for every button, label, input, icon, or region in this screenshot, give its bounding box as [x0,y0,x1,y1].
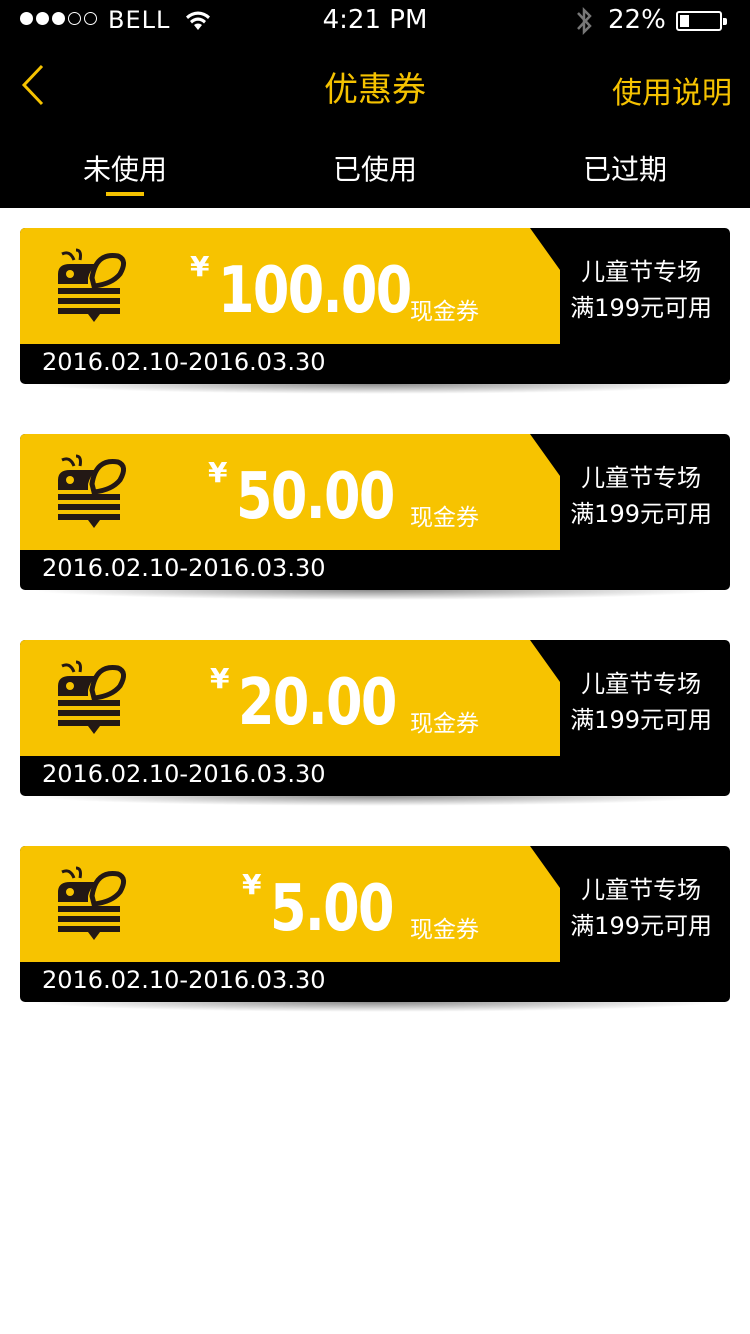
coupon-amount: 20.00 [238,666,397,740]
tab-used[interactable]: 已使用 [250,148,500,196]
coupon-threshold: 满199元可用 [570,706,712,734]
battery-icon [676,11,727,31]
bluetooth-icon [577,6,592,36]
bee-logo-icon [58,248,126,322]
tab-unused[interactable]: 未使用 [0,148,250,196]
coupon-card[interactable]: ¥ 100.00 现金券 2016.02.10-2016.03.30 儿童节专场… [20,228,730,394]
coupon-event: 儿童节专场 [581,258,702,286]
battery-percent: 22% [608,5,666,35]
coupon-amount: 50.00 [236,460,395,534]
tab-expired[interactable]: 已过期 [500,148,750,196]
coupon-type: 现金券 [410,299,479,325]
coupon-validity: 2016.02.10-2016.03.30 [42,760,326,788]
tab-label: 已过期 [582,153,667,186]
coupon-type: 现金券 [410,711,479,737]
coupon-validity: 2016.02.10-2016.03.30 [42,554,326,582]
coupon-card[interactable]: ¥ 5.00 现金券 2016.02.10-2016.03.30 儿童节专场 满… [20,846,730,1012]
active-tab-indicator [106,192,144,196]
coupon-amount: 5.00 [270,872,395,946]
tab-label: 未使用 [82,153,167,186]
coupon-event: 儿童节专场 [581,464,702,492]
currency-symbol: ¥ [208,456,228,489]
coupon-amount: 100.00 [218,254,412,328]
tab-label: 已使用 [332,153,417,186]
coupon-condition: 儿童节专场 满199元可用 [570,254,712,326]
coupon-condition: 儿童节专场 满199元可用 [570,460,712,532]
tab-bar: 未使用 已使用 已过期 [0,148,750,196]
coupon-card[interactable]: ¥ 20.00 现金券 2016.02.10-2016.03.30 儿童节专场 … [20,640,730,806]
coupon-threshold: 满199元可用 [570,912,712,940]
status-bar: BELL 4:21 PM 22% [0,0,750,40]
coupon-threshold: 满199元可用 [570,500,712,528]
currency-symbol: ¥ [190,250,210,283]
bee-logo-icon [58,660,126,734]
coupon-condition: 儿童节专场 满199元可用 [570,872,712,944]
usage-instructions-link[interactable]: 使用说明 [612,68,732,112]
bee-logo-icon [58,454,126,528]
bee-logo-icon [58,866,126,940]
coupon-validity: 2016.02.10-2016.03.30 [42,966,326,994]
header: BELL 4:21 PM 22% 优惠券 使用说明 未使用 已使用 已过期 [0,0,750,208]
coupon-event: 儿童节专场 [581,876,702,904]
coupon-threshold: 满199元可用 [570,294,712,322]
coupon-type: 现金券 [410,917,479,943]
currency-symbol: ¥ [242,868,262,901]
currency-symbol: ¥ [210,662,230,695]
coupon-event: 儿童节专场 [581,670,702,698]
coupon-condition: 儿童节专场 满199元可用 [570,666,712,738]
coupon-type: 现金券 [410,505,479,531]
coupon-validity: 2016.02.10-2016.03.30 [42,348,326,376]
coupon-card[interactable]: ¥ 50.00 现金券 2016.02.10-2016.03.30 儿童节专场 … [20,434,730,600]
